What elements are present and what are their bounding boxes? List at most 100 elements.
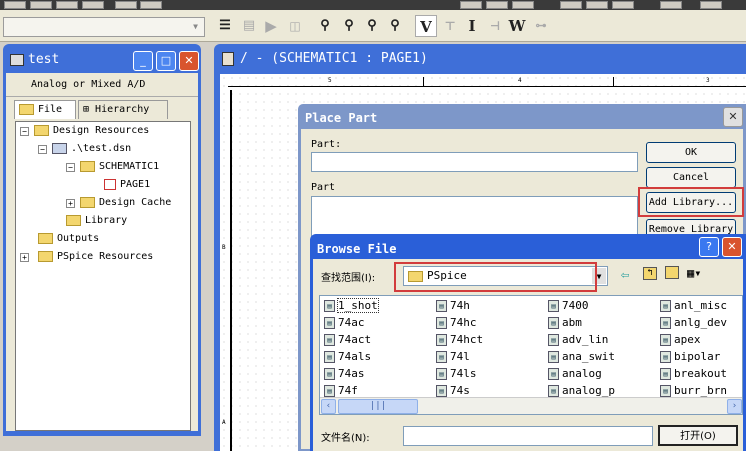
voltage-level-icon[interactable]: ⊤ <box>439 15 461 37</box>
tree-item-schematic[interactable]: SCHEMATIC1 <box>80 159 159 175</box>
part-input[interactable] <box>311 152 638 172</box>
part-combo[interactable]: ▼ <box>3 17 205 37</box>
current-marker-icon[interactable]: ⚲ <box>361 15 383 37</box>
file-item[interactable]: ▤ 74act <box>324 332 371 348</box>
tree-item-design-cache[interactable]: Design Cache <box>80 195 171 211</box>
file-item[interactable]: ▤ 74ac <box>324 315 365 331</box>
tab-label: File <box>38 104 63 115</box>
file-name: 74s <box>450 384 470 397</box>
file-name: abm <box>562 316 582 329</box>
voltage-button[interactable]: V <box>415 15 437 37</box>
tab-file[interactable]: File <box>14 100 76 119</box>
file-name: 74ls <box>450 367 477 380</box>
design-mode-label: Analog or Mixed A/D <box>6 73 198 97</box>
collapse-icon[interactable]: − <box>38 145 47 154</box>
folder-icon <box>34 124 49 136</box>
file-item[interactable]: ▤ 74as <box>324 366 365 382</box>
file-name: analog_p <box>562 384 615 397</box>
file-name: anlg_dev <box>674 316 727 329</box>
file-item[interactable]: ▤ 74als <box>324 349 371 365</box>
open-button[interactable]: 打开(O) <box>658 425 738 446</box>
file-item[interactable]: ▤ 74h <box>436 298 470 314</box>
folder-icon <box>38 232 53 244</box>
current-level-icon[interactable]: ⊣ <box>484 15 506 37</box>
tree-item-dsn[interactable]: .\test.dsn <box>52 141 131 157</box>
voltage-marker-icon[interactable]: ⚲ <box>314 15 336 37</box>
ruler-label: 3 <box>706 77 710 84</box>
file-name: 74hct <box>450 333 484 346</box>
file-list[interactable]: ▤ burr_brn ▤ breakout ▤ bipolar ▤ apex ▤ anlg_dev… <box>319 295 743 415</box>
horizontal-scrollbar[interactable]: ‹ ||| › <box>320 397 742 414</box>
new-folder-icon[interactable] <box>665 266 679 279</box>
filename-input[interactable] <box>403 426 653 446</box>
collapse-icon[interactable]: − <box>20 127 29 136</box>
project-titlebar: test _ □ ✕ <box>6 47 199 73</box>
chevron-down-icon[interactable]: ▼ <box>188 19 203 35</box>
project-tree[interactable]: − Design Resources − .\test.dsn − SCHEMA… <box>15 121 191 431</box>
new-sim-icon[interactable]: ☰ <box>214 15 236 37</box>
tree-item-outputs[interactable]: Outputs <box>38 231 99 247</box>
expand-icon[interactable]: + <box>66 199 75 208</box>
file-item[interactable]: ▤ 74ls <box>436 366 477 382</box>
scroll-left-icon[interactable]: ‹ <box>321 399 336 414</box>
library-file-icon: ▤ <box>324 368 335 380</box>
close-button[interactable]: ✕ <box>179 51 199 71</box>
collapse-icon[interactable]: − <box>66 163 75 172</box>
tree-item-library[interactable]: Library <box>66 213 127 229</box>
scroll-right-icon[interactable]: › <box>727 399 742 414</box>
project-window: test _ □ ✕ Analog or Mixed A/D File ⊞ Hi… <box>3 44 201 436</box>
library-file-icon: ▤ <box>436 351 447 363</box>
tree-label: .\test.dsn <box>71 143 132 154</box>
file-item[interactable]: ▤ bipolar <box>660 349 720 365</box>
help-button[interactable]: ? <box>699 237 719 257</box>
file-name: 74hc <box>450 316 477 329</box>
schematic-icon <box>222 52 234 66</box>
file-item[interactable]: ▤ 74l <box>436 349 470 365</box>
file-item[interactable]: ▤ 1_shot <box>324 298 379 314</box>
file-item[interactable]: ▤ breakout <box>660 366 727 382</box>
library-file-icon: ▤ <box>324 351 335 363</box>
tree-label: Design Resources <box>53 125 150 136</box>
up-folder-icon[interactable]: ↰ <box>643 267 657 280</box>
file-item[interactable]: ▤ ana_swit <box>548 349 615 365</box>
current-button[interactable]: I <box>461 15 483 37</box>
file-item[interactable]: ▤ adv_lin <box>548 332 608 348</box>
edit-sim-icon[interactable]: ▤ <box>238 15 260 37</box>
file-item[interactable]: ▤ anl_misc <box>660 298 727 314</box>
run-icon[interactable]: ▶ <box>260 15 282 37</box>
power-button[interactable]: W <box>506 15 528 37</box>
file-item[interactable]: ▤ 74hct <box>436 332 483 348</box>
file-item[interactable]: ▤ abm <box>548 315 582 331</box>
file-item[interactable]: ▤ 74hc <box>436 315 477 331</box>
maximize-button[interactable]: □ <box>156 51 176 71</box>
close-button[interactable]: ✕ <box>722 237 742 257</box>
file-item[interactable]: ▤ analog <box>548 366 602 382</box>
power-marker-icon[interactable]: ⚲ <box>384 15 406 37</box>
file-name: ana_swit <box>562 350 615 363</box>
view-results-icon[interactable]: ◫ <box>284 15 306 37</box>
border-ruler: 5 4 3 <box>228 77 746 87</box>
expand-icon[interactable]: + <box>20 253 29 262</box>
file-name: 74as <box>338 367 365 380</box>
library-file-icon: ▤ <box>660 317 671 329</box>
scroll-thumb[interactable]: ||| <box>338 399 418 414</box>
close-button[interactable]: ✕ <box>723 107 743 127</box>
power-level-icon[interactable]: ⊶ <box>530 15 552 37</box>
ruler-label: 5 <box>328 77 332 84</box>
border-mark: A <box>222 419 226 426</box>
tab-hierarchy[interactable]: ⊞ Hierarchy <box>78 100 168 119</box>
file-item[interactable]: ▤ apex <box>660 332 701 348</box>
tree-item-design-resources[interactable]: Design Resources <box>34 123 149 139</box>
tree-item-page1[interactable]: PAGE1 <box>104 177 150 193</box>
minimize-button[interactable]: _ <box>133 51 153 71</box>
view-menu-icon[interactable]: ▦▾ <box>687 266 701 280</box>
ok-button[interactable]: OK <box>646 142 736 163</box>
tree-item-pspice-resources[interactable]: PSpice Resources <box>38 249 153 265</box>
file-item[interactable]: ▤ 7400 <box>548 298 589 314</box>
file-item[interactable]: ▤ anlg_dev <box>660 315 727 331</box>
diff-marker-icon[interactable]: ⚲ <box>338 15 360 37</box>
cancel-button[interactable]: Cancel <box>646 167 736 188</box>
library-file-icon: ▤ <box>436 385 447 397</box>
library-file-icon: ▤ <box>660 334 671 346</box>
back-icon[interactable]: ⇦ <box>621 267 629 283</box>
